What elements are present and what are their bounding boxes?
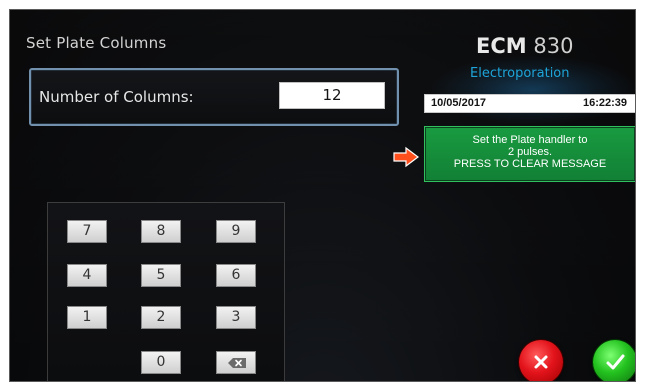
message-line-1: Set the Plate handler to: [472, 134, 588, 146]
key-4[interactable]: 4: [67, 264, 107, 287]
key-5[interactable]: 5: [141, 264, 181, 287]
ecm-830-screen: Set Plate Columns Number of Columns: 1 2 …: [9, 9, 636, 382]
key-9[interactable]: 9: [216, 220, 256, 243]
page-title: Set Plate Columns: [26, 34, 167, 52]
field-label: Number of Columns:: [39, 88, 194, 106]
key-7[interactable]: 7: [67, 220, 107, 243]
backspace-key[interactable]: [216, 351, 256, 374]
cancel-button[interactable]: [519, 340, 563, 381]
message-line-2: 2 pulses.: [507, 146, 553, 158]
message-line-3: PRESS TO CLEAR MESSAGE: [453, 158, 607, 170]
backspace-icon: [228, 358, 246, 368]
key-8[interactable]: 8: [141, 220, 181, 243]
close-icon: [534, 355, 548, 369]
datetime-bar: 10/05/2017 16:22:39: [424, 94, 635, 113]
brand-model: ECM 830: [476, 34, 573, 58]
key-2[interactable]: 2: [141, 306, 181, 329]
right-arrow-icon: [393, 146, 419, 168]
confirm-button[interactable]: [593, 340, 635, 381]
columns-value-field[interactable]: 12: [279, 82, 385, 109]
numeric-keypad: 7 8 9 4 5 6 1 2 3 0: [47, 202, 285, 381]
clear-message-button[interactable]: Set the Plate handler to 2 pulses. PRESS…: [424, 126, 635, 182]
key-6[interactable]: 6: [216, 264, 256, 287]
check-icon: [606, 354, 625, 370]
status-date: 10/05/2017: [431, 97, 487, 109]
brand-model-name: ECM: [476, 34, 527, 58]
brand-model-number: 830: [533, 34, 574, 58]
key-1[interactable]: 1: [67, 306, 107, 329]
key-3[interactable]: 3: [216, 306, 256, 329]
columns-field-panel[interactable]: Number of Columns: 12: [29, 68, 399, 126]
status-time: 16:22:39: [582, 97, 627, 109]
brand-subtitle: Electroporation: [470, 66, 570, 81]
key-0[interactable]: 0: [141, 351, 181, 374]
